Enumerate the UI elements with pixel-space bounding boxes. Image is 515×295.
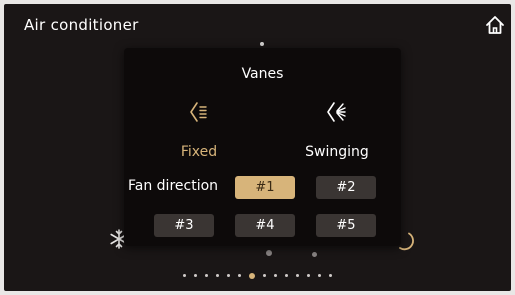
- mode-label: Fixed: [180, 144, 218, 160]
- page-dot[interactable]: [263, 274, 266, 277]
- fan-direction-label: Fan direction: [128, 178, 219, 194]
- page-dot[interactable]: [227, 274, 230, 277]
- mode-label: Swinging: [305, 144, 369, 160]
- fan-direction-2-button[interactable]: #2: [316, 176, 376, 199]
- page-dot[interactable]: [285, 274, 288, 277]
- vane-mode-swinging[interactable]: Swinging: [282, 100, 392, 160]
- page-dot[interactable]: [307, 274, 310, 277]
- vanes-dialog: Vanes Fixed Swinging Fan direction #1 #2…: [124, 48, 401, 246]
- page-dot[interactable]: [216, 274, 219, 277]
- page-dot[interactable]: [205, 274, 208, 277]
- background-mark: [312, 252, 317, 257]
- vane-swing-icon: [282, 100, 392, 124]
- page-dot[interactable]: [318, 274, 321, 277]
- fan-direction-4-button[interactable]: #4: [235, 214, 295, 237]
- background-mark: [266, 250, 272, 256]
- fan-direction-1-button[interactable]: #1: [235, 176, 295, 199]
- page-dot[interactable]: [274, 274, 277, 277]
- fan-direction-5-button[interactable]: #5: [316, 214, 376, 237]
- vane-mode-fixed[interactable]: Fixed: [144, 100, 254, 160]
- dialog-title: Vanes: [241, 66, 284, 82]
- vane-fixed-icon: [144, 100, 254, 124]
- app-title: Air conditioner: [24, 16, 139, 34]
- page-indicator[interactable]: [4, 272, 511, 279]
- fan-direction-3-button[interactable]: #3: [154, 214, 214, 237]
- page-dot-active[interactable]: [249, 272, 255, 279]
- background-mark: [260, 42, 264, 46]
- page-dot[interactable]: [238, 274, 241, 277]
- ac-screen: Air conditioner Vanes Fixed Swinging Fan…: [4, 4, 511, 291]
- home-icon[interactable]: [484, 14, 506, 36]
- page-dot[interactable]: [183, 274, 186, 277]
- page-dot[interactable]: [329, 274, 332, 277]
- page-dot[interactable]: [194, 274, 197, 277]
- page-dot[interactable]: [296, 274, 299, 277]
